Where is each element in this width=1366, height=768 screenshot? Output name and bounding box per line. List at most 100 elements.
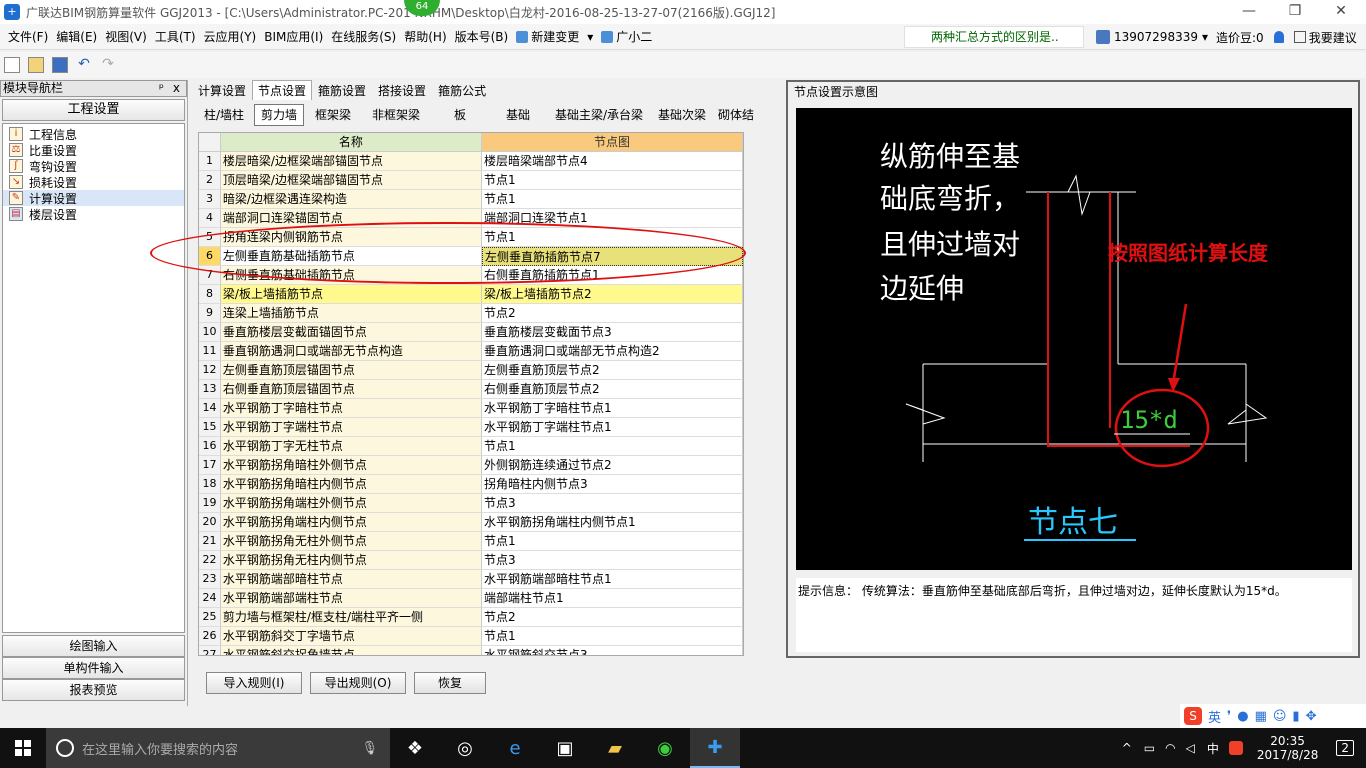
row-name-cell[interactable]: 顶层暗梁/边框梁端部锚固节点 <box>220 171 482 190</box>
green-app-icon[interactable]: ◉ <box>640 728 690 768</box>
row-node-cell[interactable]: 端部端柱节点1 <box>481 589 743 608</box>
nav-item-loss[interactable]: ↘ 损耗设置 <box>3 174 184 190</box>
row-node-cell[interactable]: 水平钢筋拐角端柱内侧节点1 <box>481 513 743 532</box>
row-name-cell[interactable]: 水平钢筋拐角暗柱内侧节点 <box>220 475 482 494</box>
row-node-cell[interactable]: 节点2 <box>481 608 743 627</box>
ime-language-indicator[interactable]: 中 <box>1207 740 1219 757</box>
row-name-cell[interactable]: 水平钢筋丁字无柱节点 <box>220 437 482 456</box>
row-name-cell[interactable]: 水平钢筋拐角无柱内侧节点 <box>220 551 482 570</box>
table-row[interactable]: 19 水平钢筋拐角端柱外侧节点 节点3 <box>199 494 743 513</box>
row-name-cell[interactable]: 梁/板上墙插筋节点 <box>220 285 482 304</box>
table-row[interactable]: 3 暗梁/边框梁遇连梁构造 节点1 <box>199 190 743 209</box>
menu-help[interactable]: 帮助(H) <box>400 28 450 45</box>
row-name-cell[interactable]: 水平钢筋斜交拐角墙节点 <box>220 646 482 655</box>
toolbox-icon[interactable]: ✥ <box>1306 709 1317 724</box>
row-node-cell[interactable]: 垂直筋楼层变截面节点3 <box>481 323 743 342</box>
row-node-cell[interactable]: 水平钢筋丁字端柱节点1 <box>481 418 743 437</box>
open-folder-icon[interactable] <box>28 57 44 73</box>
row-name-cell[interactable]: 水平钢筋拐角暗柱外侧节点 <box>220 456 482 475</box>
menu-edit[interactable]: 编辑(E) <box>52 28 101 45</box>
tab-stirrup-formula[interactable]: 箍筋公式 <box>432 80 492 100</box>
microphone-icon[interactable]: ● <box>1237 709 1248 724</box>
table-row[interactable]: 24 水平钢筋端部端柱节点 端部端柱节点1 <box>199 589 743 608</box>
row-name-cell[interactable]: 水平钢筋丁字暗柱节点 <box>220 399 482 418</box>
keyboard-icon[interactable]: ▦ <box>1255 709 1267 724</box>
close-icon[interactable]: x <box>173 81 180 96</box>
nav-section-project-settings[interactable]: 工程设置 <box>2 99 185 121</box>
tab-column[interactable]: 柱/墙柱 <box>196 104 252 126</box>
row-node-cell[interactable]: 水平钢筋丁字暗柱节点1 <box>481 399 743 418</box>
volume-icon[interactable]: ◁ <box>1186 741 1195 755</box>
row-name-cell[interactable]: 垂直筋楼层变截面锚固节点 <box>220 323 482 342</box>
user-phone[interactable]: 13907298339 <box>1114 30 1198 44</box>
skin-icon[interactable]: ▮ <box>1292 709 1299 724</box>
row-name-cell[interactable]: 暗梁/边框梁遇连梁构造 <box>220 190 482 209</box>
table-row[interactable]: 21 水平钢筋拐角无柱外侧节点 节点1 <box>199 532 743 551</box>
row-name-cell[interactable]: 剪力墙与框架柱/框支柱/端柱平齐一侧 <box>220 608 482 627</box>
wifi-icon[interactable]: ◠ <box>1165 741 1175 755</box>
pin-icon[interactable]: ᵖ <box>159 81 164 96</box>
row-node-cell[interactable]: 左侧垂直筋顶层节点2 <box>481 361 743 380</box>
tab-masonry[interactable]: 砌体结 <box>714 104 758 126</box>
table-row[interactable]: 1 楼层暗梁/边框梁端部锚固节点 楼层暗梁端部节点4 <box>199 152 743 171</box>
menu-online[interactable]: 在线服务(S) <box>327 28 400 45</box>
table-row[interactable]: 2 顶层暗梁/边框梁端部锚固节点 节点1 <box>199 171 743 190</box>
row-node-cell[interactable]: 节点1 <box>481 171 743 190</box>
row-name-cell[interactable]: 水平钢筋斜交丁字墙节点 <box>220 627 482 646</box>
row-node-cell[interactable]: 水平钢筋端部暗柱节点1 <box>481 570 743 589</box>
nav-item-floor[interactable]: ▤ 楼层设置 <box>3 206 184 222</box>
tab-slab[interactable]: 板 <box>432 104 488 126</box>
column-header-node[interactable]: 节点图 <box>481 133 743 152</box>
minimize-button[interactable]: — <box>1226 0 1272 24</box>
table-row[interactable]: 11 垂直钢筋遇洞口或端部无节点构造 垂直筋遇洞口或端部无节点构造2 <box>199 342 743 361</box>
tab-node-settings[interactable]: 节点设置 <box>252 80 313 100</box>
table-row[interactable]: 22 水平钢筋拐角无柱内侧节点 节点3 <box>199 551 743 570</box>
app-swirl-icon[interactable]: ◎ <box>440 728 490 768</box>
table-row[interactable]: 13 右侧垂直筋顶层锚固节点 右侧垂直筋顶层节点2 <box>199 380 743 399</box>
redo-icon[interactable]: ↷ <box>100 57 116 73</box>
sogou-logo-icon[interactable]: S <box>1184 707 1202 725</box>
taskbar-search[interactable]: 在这里输入你要搜索的内容 🎙 <box>46 728 390 768</box>
undo-icon[interactable]: ↶ <box>76 57 92 73</box>
row-node-cell[interactable]: 节点1 <box>481 437 743 456</box>
row-node-cell[interactable]: 节点3 <box>481 494 743 513</box>
menu-view[interactable]: 视图(V) <box>101 28 151 45</box>
row-node-cell[interactable]: 节点1 <box>481 627 743 646</box>
row-name-cell[interactable]: 垂直钢筋遇洞口或端部无节点构造 <box>220 342 482 361</box>
file-explorer-icon[interactable]: ▰ <box>590 728 640 768</box>
clock[interactable]: 20:35 2017/8/28 <box>1257 734 1319 762</box>
row-node-cell[interactable]: 水平钢筋斜交节点3 <box>482 646 743 655</box>
menu-cloud[interactable]: 云应用(Y) <box>200 28 261 45</box>
bell-icon[interactable] <box>1273 31 1284 43</box>
export-rules-button[interactable]: 导出规则(O) <box>310 672 406 694</box>
tab-stirrup-settings[interactable]: 箍筋设置 <box>312 80 372 100</box>
save-icon[interactable] <box>52 57 68 73</box>
row-name-cell[interactable]: 水平钢筋拐角无柱外侧节点 <box>220 532 482 551</box>
chevron-down-icon[interactable]: ▾ <box>583 30 597 44</box>
emoji-icon[interactable]: ☺ <box>1273 709 1287 724</box>
row-node-cell[interactable]: 节点3 <box>481 551 743 570</box>
tab-foundation-beam[interactable]: 基础主梁/承台梁 <box>548 104 650 126</box>
tab-calc-settings[interactable]: 计算设置 <box>192 80 252 100</box>
table-row[interactable]: 12 左侧垂直筋顶层锚固节点 左侧垂直筋顶层节点2 <box>199 361 743 380</box>
row-name-cell[interactable]: 楼层暗梁/边框梁端部锚固节点 <box>220 152 482 171</box>
microphone-icon[interactable]: 🎙 <box>361 741 378 756</box>
edge-browser-icon[interactable]: e <box>490 728 540 768</box>
nav-single-component[interactable]: 单构件输入 <box>2 657 185 679</box>
nav-item-hook[interactable]: ʃ 弯钩设置 <box>3 158 184 174</box>
tab-shear-wall[interactable]: 剪力墙 <box>254 104 304 126</box>
row-name-cell[interactable]: 水平钢筋端部暗柱节点 <box>220 570 482 589</box>
task-view-icon[interactable]: ❖ <box>390 728 440 768</box>
tab-nonframe-beam[interactable]: 非框架梁 <box>362 104 430 126</box>
row-name-cell[interactable]: 连梁上墙插筋节点 <box>220 304 482 323</box>
row-name-cell[interactable]: 右侧垂直筋顶层锚固节点 <box>220 380 482 399</box>
nav-item-calc[interactable]: ✎ 计算设置 <box>3 190 184 206</box>
tab-lap-settings[interactable]: 搭接设置 <box>372 80 432 100</box>
assistant-menu[interactable]: 广小二 <box>597 28 656 45</box>
import-rules-button[interactable]: 导入规则(I) <box>206 672 302 694</box>
nav-report-preview[interactable]: 报表预览 <box>2 679 185 701</box>
sogou-tray-icon[interactable] <box>1228 741 1243 755</box>
table-row[interactable]: 26 水平钢筋斜交丁字墙节点 节点1 <box>199 627 743 646</box>
row-node-cell[interactable]: 节点1 <box>481 532 743 551</box>
row-node-cell[interactable]: 右侧垂直筋顶层节点2 <box>481 380 743 399</box>
